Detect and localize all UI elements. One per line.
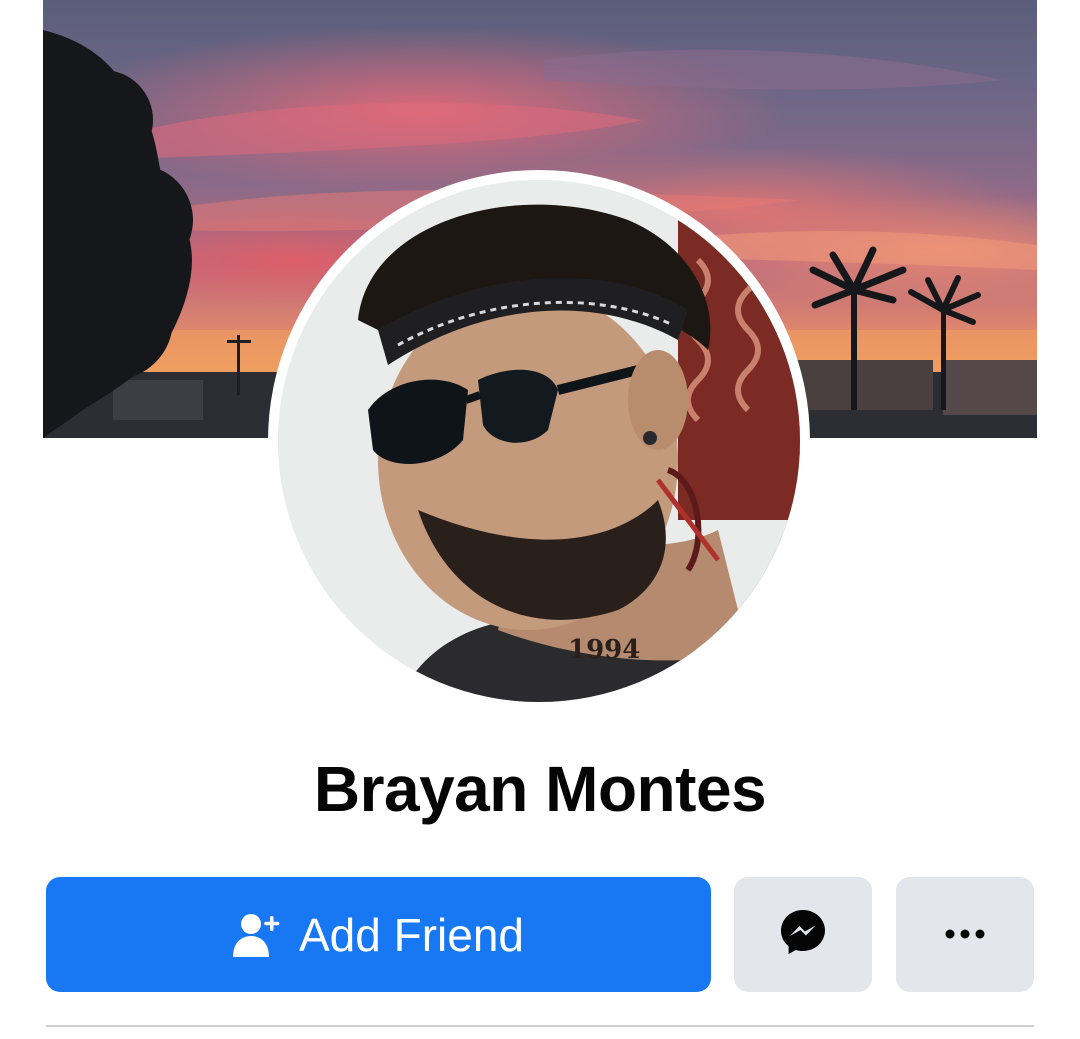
profile-name: Brayan Montes <box>313 753 767 825</box>
more-options-button[interactable] <box>896 877 1034 992</box>
add-friend-button[interactable]: Add Friend <box>46 877 711 992</box>
profile-picture[interactable]: 1994 <box>278 180 800 702</box>
profile-picture-image: 1994 <box>278 180 800 702</box>
add-friend-label: Add Friend <box>298 908 524 961</box>
section-divider <box>46 1025 1034 1027</box>
svg-text:1994: 1994 <box>568 635 640 665</box>
messenger-icon <box>779 908 827 961</box>
person-add-icon <box>232 913 281 957</box>
more-dots-icon <box>945 926 985 944</box>
message-button[interactable] <box>734 877 872 992</box>
